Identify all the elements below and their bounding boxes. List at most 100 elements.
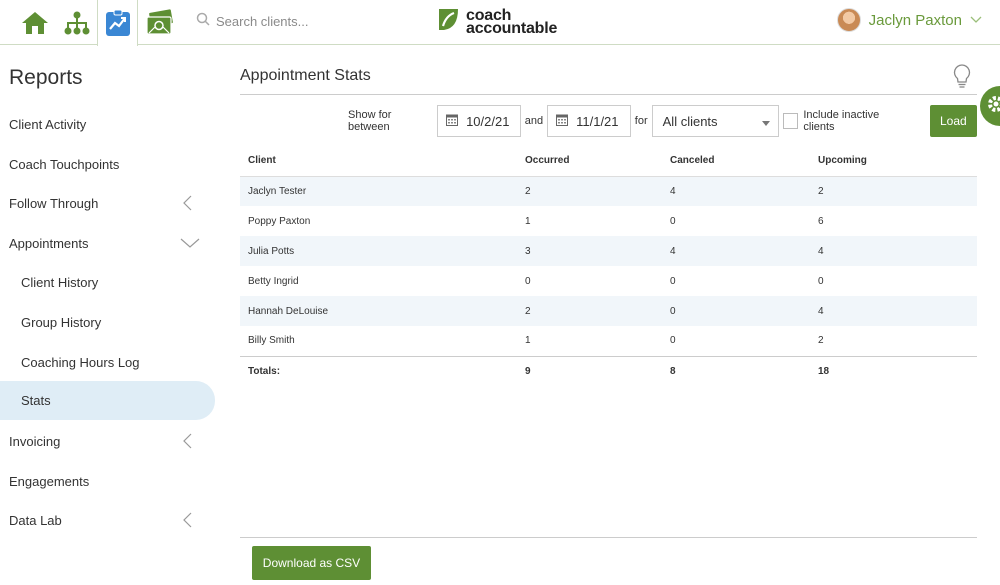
- canceled-cell: 0: [662, 296, 810, 326]
- settings-tab[interactable]: [980, 86, 1000, 126]
- search-box: [196, 10, 396, 32]
- client-name-cell: Betty Ingrid: [248, 275, 299, 287]
- start-date-value: 10/2/21: [466, 113, 510, 129]
- search-icon: [196, 12, 210, 31]
- total-upcoming: 18: [810, 355, 977, 387]
- page-title: Appointment Stats: [240, 67, 371, 84]
- occurred-cell: 2: [517, 296, 662, 326]
- top-bar: coach accountable Jaclyn Paxton: [0, 0, 1000, 46]
- user-name: Jaclyn Paxton: [868, 11, 962, 29]
- occurred-cell: 0: [525, 275, 531, 287]
- occurred-cell: 2: [517, 176, 662, 206]
- upcoming-cell: 2: [818, 335, 824, 347]
- canceled-cell: 4: [662, 176, 810, 206]
- upcoming-cell: 6: [818, 215, 824, 227]
- logo-text-line2: accountable: [466, 20, 558, 37]
- occurred-cell: 3: [517, 236, 662, 266]
- logo-leaf-icon: [436, 6, 461, 38]
- table-row: Jaclyn Tester 2 4 2: [240, 176, 977, 206]
- sidebar-item-label: Data Lab: [9, 512, 62, 528]
- sidebar-item-coach-touchpoints[interactable]: Coach Touchpoints: [0, 145, 215, 183]
- sidebar-item-appointments[interactable]: Appointments: [0, 224, 215, 262]
- occurred-cell: 1: [525, 335, 531, 347]
- title-divider: [240, 94, 977, 95]
- sidebar-item-data-lab[interactable]: Data Lab: [0, 501, 215, 539]
- download-csv-button[interactable]: Download as CSV: [252, 546, 371, 580]
- chevron-left-icon: [180, 195, 196, 211]
- sidebar-item-group-history[interactable]: Group History: [0, 303, 215, 341]
- sidebar-item-label: Client History: [21, 274, 99, 290]
- upcoming-cell: 2: [810, 176, 977, 206]
- search-input[interactable]: [216, 13, 396, 29]
- client-name-cell: Jaclyn Tester: [240, 176, 517, 206]
- client-name-cell: Hannah DeLouise: [240, 296, 517, 326]
- column-header-client[interactable]: Client: [240, 146, 517, 177]
- sidebar-item-label: Group History: [21, 314, 102, 330]
- money-icon[interactable]: [139, 0, 179, 45]
- client-select-value: All clients: [662, 113, 718, 129]
- reports-clipboard-icon[interactable]: [97, 0, 138, 46]
- start-date-field[interactable]: 10/2/21: [437, 105, 521, 137]
- client-name-cell: Poppy Paxton: [248, 215, 311, 227]
- stats-table: Client Occurred Canceled Upcoming Jaclyn…: [240, 146, 977, 387]
- total-occurred: 9: [517, 355, 662, 387]
- sidebar-item-label: Stats: [21, 393, 51, 408]
- sidebar-item-engagements[interactable]: Engagements: [0, 462, 215, 500]
- sidebar-title: Reports: [9, 66, 83, 89]
- column-header-upcoming[interactable]: Upcoming: [810, 146, 977, 177]
- table-row: Poppy Paxton 1 0 6: [240, 206, 977, 236]
- include-inactive-checkbox[interactable]: [782, 113, 799, 129]
- canceled-cell: 0: [670, 275, 676, 287]
- org-chart-icon[interactable]: [57, 0, 97, 45]
- filter-bar: Show for between 10/2/21 and 11/1/21 for…: [348, 104, 978, 138]
- avatar: [836, 8, 861, 32]
- totals-label: Totals:: [240, 355, 517, 387]
- client-name-cell: Julia Potts: [240, 236, 517, 266]
- canceled-cell: 0: [670, 215, 676, 227]
- load-button[interactable]: Load: [929, 105, 978, 137]
- gear-icon: [987, 95, 1000, 118]
- sidebar-item-label: Follow Through: [9, 195, 99, 211]
- chevron-left-icon: [180, 512, 196, 528]
- sidebar-item-follow-through[interactable]: Follow Through: [0, 184, 215, 222]
- chevron-down-icon: [180, 235, 200, 251]
- client-select[interactable]: All clients: [651, 105, 779, 137]
- end-date-field[interactable]: 11/1/21: [547, 105, 631, 137]
- table-row: Billy Smith 1 0 2: [240, 326, 977, 356]
- sidebar-item-client-activity[interactable]: Client Activity: [0, 105, 215, 143]
- sidebar-item-client-history[interactable]: Client History: [0, 263, 215, 301]
- column-header-canceled[interactable]: Canceled: [662, 146, 810, 177]
- table-header-row: Client Occurred Canceled Upcoming: [240, 146, 977, 177]
- sidebar-item-coaching-hours-log[interactable]: Coaching Hours Log: [0, 343, 215, 381]
- for-label: for: [634, 115, 648, 127]
- sidebar-item-stats[interactable]: Stats: [0, 381, 215, 420]
- lightbulb-icon[interactable]: [952, 63, 972, 94]
- table-row: Betty Ingrid 0 0 0: [240, 266, 977, 296]
- logo[interactable]: coach accountable: [436, 6, 557, 38]
- total-canceled: 8: [662, 355, 810, 387]
- home-icon[interactable]: [15, 0, 55, 45]
- chevron-left-icon: [180, 433, 196, 449]
- footer-divider: [240, 537, 977, 538]
- upcoming-cell: 4: [810, 236, 977, 266]
- sidebar-item-invoicing[interactable]: Invoicing: [0, 422, 215, 460]
- include-inactive-label: Include inactive clients: [803, 109, 880, 133]
- canceled-cell: 0: [670, 335, 676, 347]
- column-header-occurred[interactable]: Occurred: [517, 146, 662, 177]
- upcoming-cell: 0: [818, 275, 824, 287]
- upcoming-cell: 4: [810, 296, 977, 326]
- client-name-cell: Billy Smith: [248, 335, 295, 347]
- table-row: Hannah DeLouise 2 0 4: [240, 296, 977, 326]
- table-row: Julia Potts 3 4 4: [240, 236, 977, 266]
- sidebar-item-label: Coaching Hours Log: [21, 354, 140, 370]
- chevron-down-icon: [970, 11, 982, 29]
- sidebar-item-label: Engagements: [9, 473, 90, 489]
- caret-down-icon: [761, 114, 770, 129]
- totals-row: Totals: 9 8 18: [240, 355, 977, 387]
- end-date-value: 11/1/21: [576, 113, 619, 129]
- sidebar-item-label: Appointments: [9, 235, 89, 251]
- occurred-cell: 1: [525, 215, 531, 227]
- user-menu[interactable]: Jaclyn Paxton: [836, 8, 982, 32]
- calendar-icon: [446, 113, 459, 129]
- sidebar-item-label: Client Activity: [9, 116, 87, 132]
